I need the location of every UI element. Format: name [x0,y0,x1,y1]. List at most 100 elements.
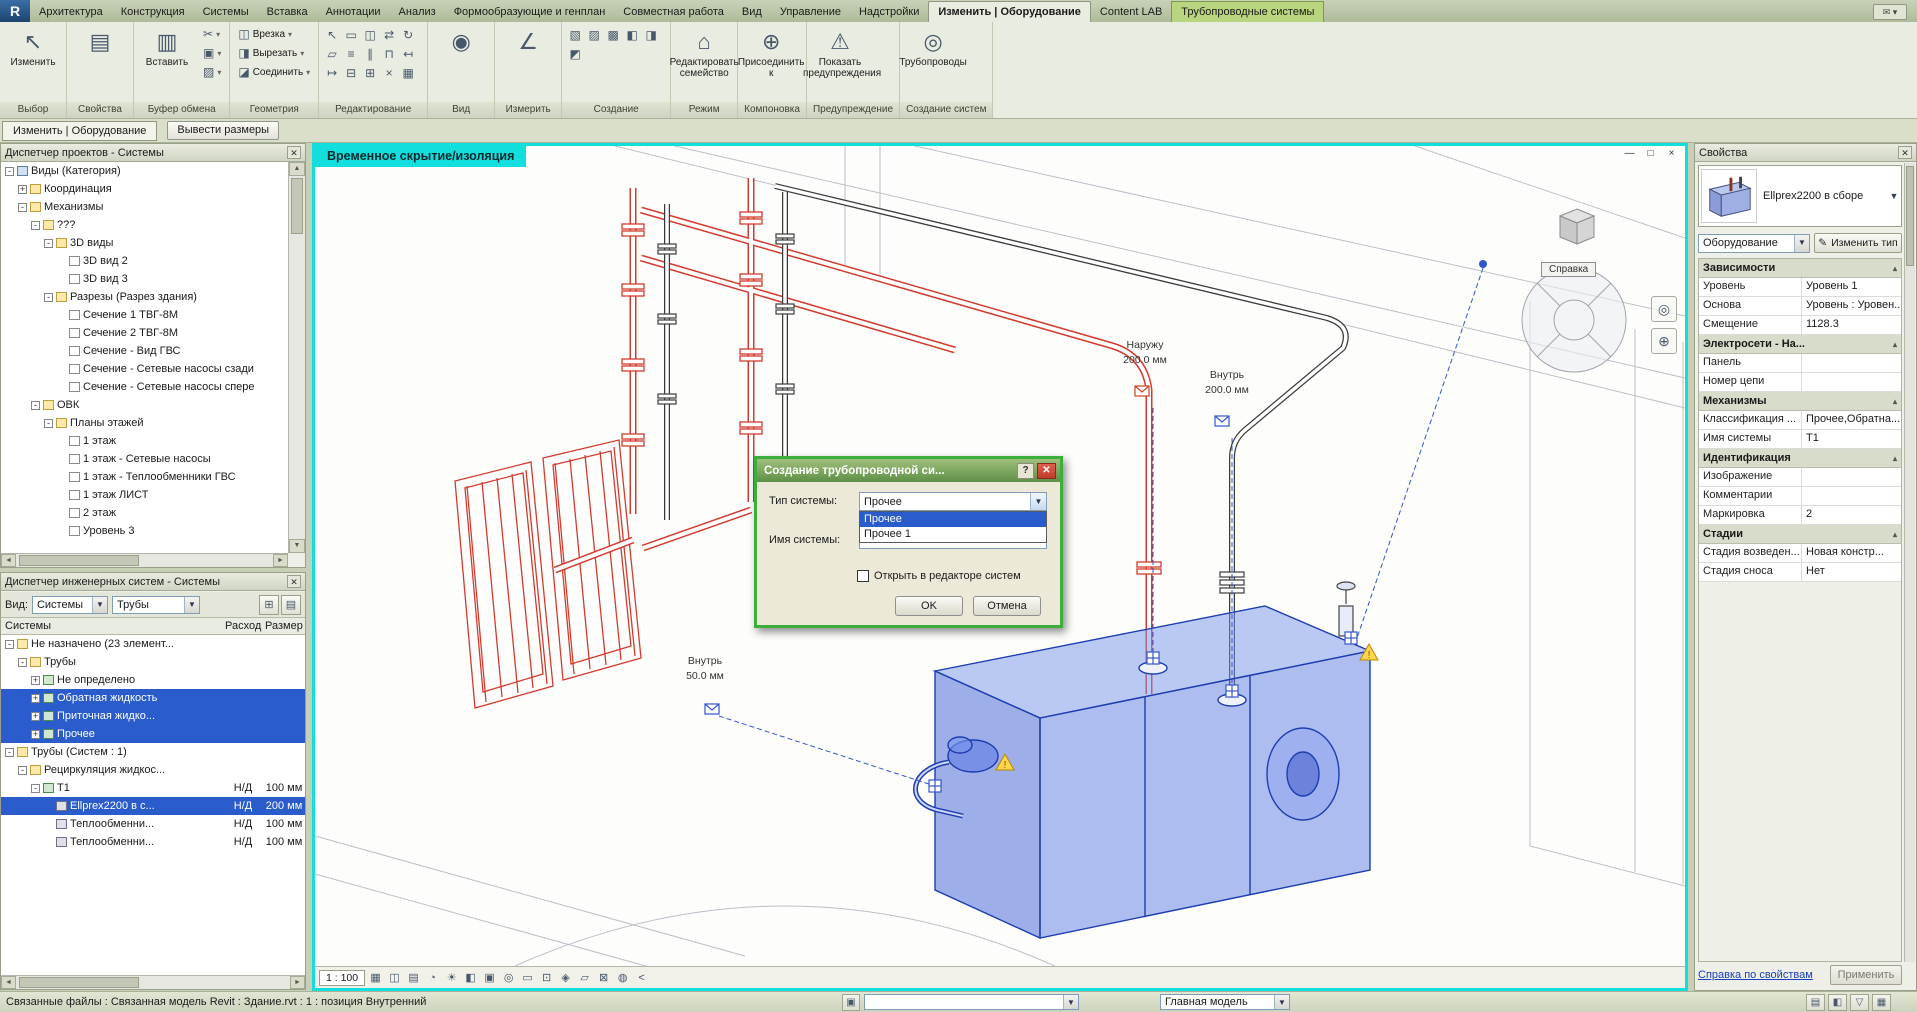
system-tree-item[interactable]: - Рециркуляция жидкос... [1,761,305,779]
scroll-down-icon[interactable]: ▼ [289,539,305,553]
ribbon-button[interactable]: ▦ [399,63,417,81]
edit-type-button[interactable]: ✎ Изменить тип [1814,233,1902,253]
close-icon[interactable]: ✕ [1898,146,1912,159]
property-value[interactable] [1802,487,1901,505]
system-tree-item[interactable]: Ellprex2200 в с... Н/Д 200 мм [1,797,305,815]
system-tree-item[interactable]: - Т1 Н/Д 100 мм [1,779,305,797]
system-tree-item[interactable]: Теплообменни... Н/Д 100 мм [1,833,305,851]
system-tree-item[interactable]: + Приточная жидко... [1,707,305,725]
close-icon[interactable]: ✕ [287,575,301,588]
select-toggle-icon[interactable]: ▦ [1872,993,1891,1011]
collapse-icon[interactable]: ▴ [1893,340,1897,349]
system-tree-item[interactable]: - Не назначено (23 элемент... [1,635,305,653]
restore-icon[interactable]: □ [1643,148,1658,159]
view-control-icon[interactable]: ▣ [481,969,498,986]
ok-button[interactable]: OK [895,596,963,616]
ribbon-group-label[interactable]: Буфер обмена [134,102,230,118]
ribbon-button[interactable]: ▨ ▾ [199,63,225,81]
ribbon-button[interactable]: ⊓ [380,44,398,62]
system-type-combo[interactable]: Прочее ▼ [859,492,1047,511]
ribbon-button[interactable]: ⌂ Редактировать семейство [670,25,739,81]
system-browser-header[interactable]: Диспетчер инженерных систем - Системы ✕ [1,573,305,591]
ribbon-tab[interactable]: Изменить | Оборудование [928,1,1091,22]
scroll-up-icon[interactable]: ▲ [289,162,305,176]
view-control-icon[interactable]: ⊡ [538,969,555,986]
project-tree-item[interactable]: -??? [1,216,288,234]
properties-section-header[interactable]: Механизмы ▴ [1699,392,1901,411]
view-control-icon[interactable]: ▤ [405,969,422,986]
checkbox-icon[interactable] [857,570,869,582]
project-tree-item[interactable]: Сечение 2 ТВГ-8М [1,324,288,342]
ribbon-button[interactable]: × [380,63,398,81]
tree-expander-icon[interactable]: + [31,693,40,703]
project-tree-item[interactable]: + Координация [1,180,288,198]
project-tree-item[interactable]: - 3D виды [1,234,288,252]
type-selector[interactable]: Ellprex2200 в сборе ▼ [1698,165,1902,227]
ribbon-tab[interactable]: Архитектура [30,2,112,22]
ribbon-group-label[interactable]: Геометрия [230,102,319,118]
dropdown-option[interactable]: Прочее [860,512,1046,527]
project-tree-item[interactable]: - Планы этажей [1,414,288,432]
view-scale-button[interactable]: 1 : 100 [319,969,366,986]
view-control-icon[interactable]: ◈ [557,969,574,986]
property-value[interactable] [1802,354,1901,372]
ribbon-tab[interactable]: Аннотации [317,2,390,22]
ribbon-button[interactable]: ↖ [323,25,341,43]
ribbon-button[interactable]: ↦ [323,63,341,81]
zoom-button[interactable]: ⊕ [1651,328,1677,354]
ribbon-button[interactable]: ▣ ▾ [199,44,225,62]
category-filter-combo[interactable]: Оборудование ▼ [1698,233,1810,253]
chevron-down-icon[interactable]: ▼ [183,596,199,613]
property-value[interactable] [1802,468,1901,486]
ribbon-button[interactable]: ≡ [342,44,360,62]
ribbon-tab[interactable]: Управление [771,2,850,22]
system-tree-item[interactable]: - Трубы (Систем : 1) [1,743,305,761]
system-tree-item[interactable]: + Прочее [1,725,305,743]
project-tree-item[interactable]: 2 этаж [1,504,288,522]
chevron-down-icon[interactable]: ▼ [1063,995,1078,1009]
systems-filter-combo[interactable]: Системы ▼ [31,595,108,614]
property-value[interactable]: Новая констр... [1802,544,1901,562]
ribbon-button[interactable]: ◧ [623,25,641,43]
dialog-title-bar[interactable]: Создание трубопроводной си... ? ✕ [757,459,1060,482]
tree-expander-icon[interactable]: - [18,657,27,667]
ribbon-button[interactable]: ◉ [432,25,490,59]
project-browser-vscrollbar[interactable]: ▲ ▼ [288,162,305,553]
collapse-icon[interactable]: ▴ [1893,397,1897,406]
project-browser-header[interactable]: Диспетчер проектов - Системы ✕ [1,144,305,162]
system-browser-column-headers[interactable]: Системы Расход Размер [1,618,305,635]
view-control-icon[interactable]: ◔ [424,969,441,986]
project-tree-item[interactable]: 3D вид 3 [1,270,288,288]
ribbon-button[interactable]: ⊕ Присоединить к [738,25,805,81]
project-tree-item[interactable]: - Виды (Категория) [1,162,288,180]
ribbon-button[interactable]: ∠ [499,25,557,59]
properties-section-header[interactable]: Электросети - На... ▴ [1699,335,1901,354]
project-tree-item[interactable]: 1 этаж ЛИСТ [1,486,288,504]
ribbon-tab[interactable]: Трубопроводные системы [1171,1,1325,22]
temporary-hide-label[interactable]: Временное скрытие/изоляция [315,146,527,167]
system-tree-item[interactable]: + Обратная жидкость [1,689,305,707]
tree-expander-icon[interactable]: + [31,729,40,739]
project-tree-item[interactable]: - Разрезы (Разрез здания) [1,288,288,306]
property-value[interactable]: Уровень : Уровен... [1802,297,1901,315]
column-header-flow[interactable]: Расход [225,620,261,632]
view-control-icon[interactable]: ◧ [462,969,479,986]
tree-expander-icon[interactable]: - [31,783,40,793]
design-options-icon[interactable]: ◧ [1828,993,1847,1011]
project-tree-item[interactable]: Уровень 3 [1,522,288,540]
scrollbar-thumb[interactable] [19,555,139,566]
ribbon-button[interactable]: ⚠ Показать предупреждения [803,25,881,81]
tree-expander-icon[interactable]: - [5,747,14,757]
ribbon-tab[interactable]: Вид [733,2,771,22]
property-value[interactable]: 2 [1802,506,1901,524]
properties-section-header[interactable]: Стадии ▴ [1699,525,1901,544]
view-control-icon[interactable]: ◍ [614,969,631,986]
tree-expander-icon[interactable]: - [5,639,14,649]
view-control-icon[interactable]: ⊠ [595,969,612,986]
ribbon-tab[interactable]: Надстройки [850,2,928,22]
view-control-icon[interactable]: < [633,969,650,986]
chevron-down-icon[interactable]: ▼ [1794,234,1809,252]
tree-expander-icon[interactable]: - [44,418,53,428]
ribbon-group-label[interactable]: Создание [562,102,671,118]
project-tree-item[interactable]: 1 этаж - Теплообменники ГВС [1,468,288,486]
